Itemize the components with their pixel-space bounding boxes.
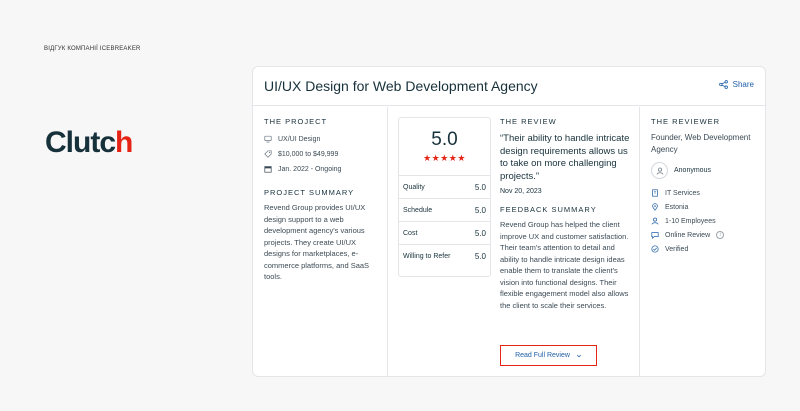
review-quote: “Their ability to handle intricate desig… (500, 133, 630, 182)
score-label: Cost (403, 229, 418, 237)
read-full-review-button[interactable]: Read Full Review (500, 345, 597, 366)
reviewer-role: Founder, Web Development Agency (651, 133, 751, 154)
score-label: Quality (403, 183, 425, 191)
check-circle-icon (651, 245, 659, 253)
project-budget-text: $10,000 to $49,999 (278, 150, 339, 158)
rating-box: 5.0 ★★★★★ Quality 5.0 Schedule 5.0 Cost … (398, 117, 491, 277)
logo-text: Clutch (45, 126, 133, 159)
reviewer-verified-text: Verified (665, 245, 689, 253)
project-service-text: UX/UI Design (278, 135, 321, 143)
reviewer-column: The Reviewer Founder, Web Development Ag… (641, 107, 766, 376)
reviewer-person: Anonymous (651, 162, 766, 179)
score-row-quality: Quality 5.0 (399, 176, 490, 199)
overall-rating: 5.0 ★★★★★ (399, 118, 490, 176)
review-card: UI/UX Design for Web Development Agency … (252, 66, 766, 377)
calendar-icon (264, 166, 272, 173)
reviewer-verified: Verified (651, 245, 766, 253)
share-icon (718, 80, 728, 89)
score-row-willing-to-refer: Willing to Refer 5.0 (399, 245, 490, 268)
reviewer-name: Anonymous (674, 167, 711, 174)
score-row-schedule: Schedule 5.0 (399, 199, 490, 222)
score-label: Schedule (403, 206, 433, 214)
share-button[interactable]: Share (718, 80, 754, 89)
read-full-review-label: Read Full Review (515, 352, 570, 359)
reviewer-company-size-text: 1-10 Employees (665, 217, 716, 225)
score-label: Willing to Refer (403, 253, 451, 260)
page-label: Відгук компанії Icebreaker (44, 46, 141, 52)
user-icon (656, 167, 663, 175)
user-icon (651, 217, 659, 225)
building-icon (652, 189, 658, 197)
feedback-summary-title: Feedback Summary (500, 205, 597, 214)
overall-rating-value: 5.0 (431, 129, 458, 150)
project-dates: Jan. 2022 - Ongoing (264, 165, 387, 173)
project-column: The Project UX/UI Design $10,000 to $49,… (253, 107, 388, 376)
feedback-summary: Revend Group has helped the client impro… (500, 220, 629, 310)
reviewer-location: Estonia (651, 203, 766, 211)
review-column: 5.0 ★★★★★ Quality 5.0 Schedule 5.0 Cost … (389, 107, 640, 376)
reviewer-section-title: The Reviewer (651, 117, 721, 126)
project-section-title: The Project (264, 117, 328, 126)
project-service: UX/UI Design (264, 135, 387, 143)
clutch-logo[interactable]: Clutch (45, 126, 133, 160)
review-title: UI/UX Design for Web Development Agency (264, 78, 538, 94)
reviewer-company-size: 1-10 Employees (651, 217, 766, 225)
tag-icon (264, 150, 272, 158)
review-date: Nov 20, 2023 (500, 188, 542, 195)
reviewer-industry-text: IT Services (665, 189, 700, 197)
reviewer-industry: IT Services (651, 189, 766, 197)
chat-bubble-icon (651, 232, 659, 239)
info-icon[interactable]: i (716, 231, 725, 239)
card-header: UI/UX Design for Web Development Agency … (253, 67, 765, 106)
avatar (651, 162, 668, 179)
reviewer-location-text: Estonia (665, 203, 689, 211)
score-value: 5.0 (474, 182, 486, 192)
score-value: 5.0 (474, 228, 486, 238)
score-value: 5.0 (474, 252, 486, 261)
monitor-icon (264, 135, 272, 143)
chevron-down-icon (576, 354, 581, 357)
location-pin-icon (652, 203, 658, 211)
review-section-title: The Review (500, 117, 557, 126)
project-budget: $10,000 to $49,999 (264, 150, 387, 158)
logo-accent-letter: h (115, 126, 133, 159)
review-content: The Review “Their ability to handle intr… (500, 117, 632, 311)
reviewer-review-type-text: Online Review (665, 231, 711, 239)
reviewer-details: IT Services Estonia 1-10 Employees Onlin… (651, 189, 766, 253)
score-row-cost: Cost 5.0 (399, 222, 490, 245)
project-summary: Revend Group provides UI/UX design suppo… (264, 203, 370, 281)
score-value: 5.0 (474, 205, 486, 215)
project-dates-text: Jan. 2022 - Ongoing (278, 165, 342, 173)
reviewer-review-type: Online Review i (651, 231, 766, 239)
share-label: Share (732, 80, 754, 89)
project-summary-title: Project Summary (264, 188, 355, 197)
star-rating-icon: ★★★★★ (423, 153, 466, 163)
